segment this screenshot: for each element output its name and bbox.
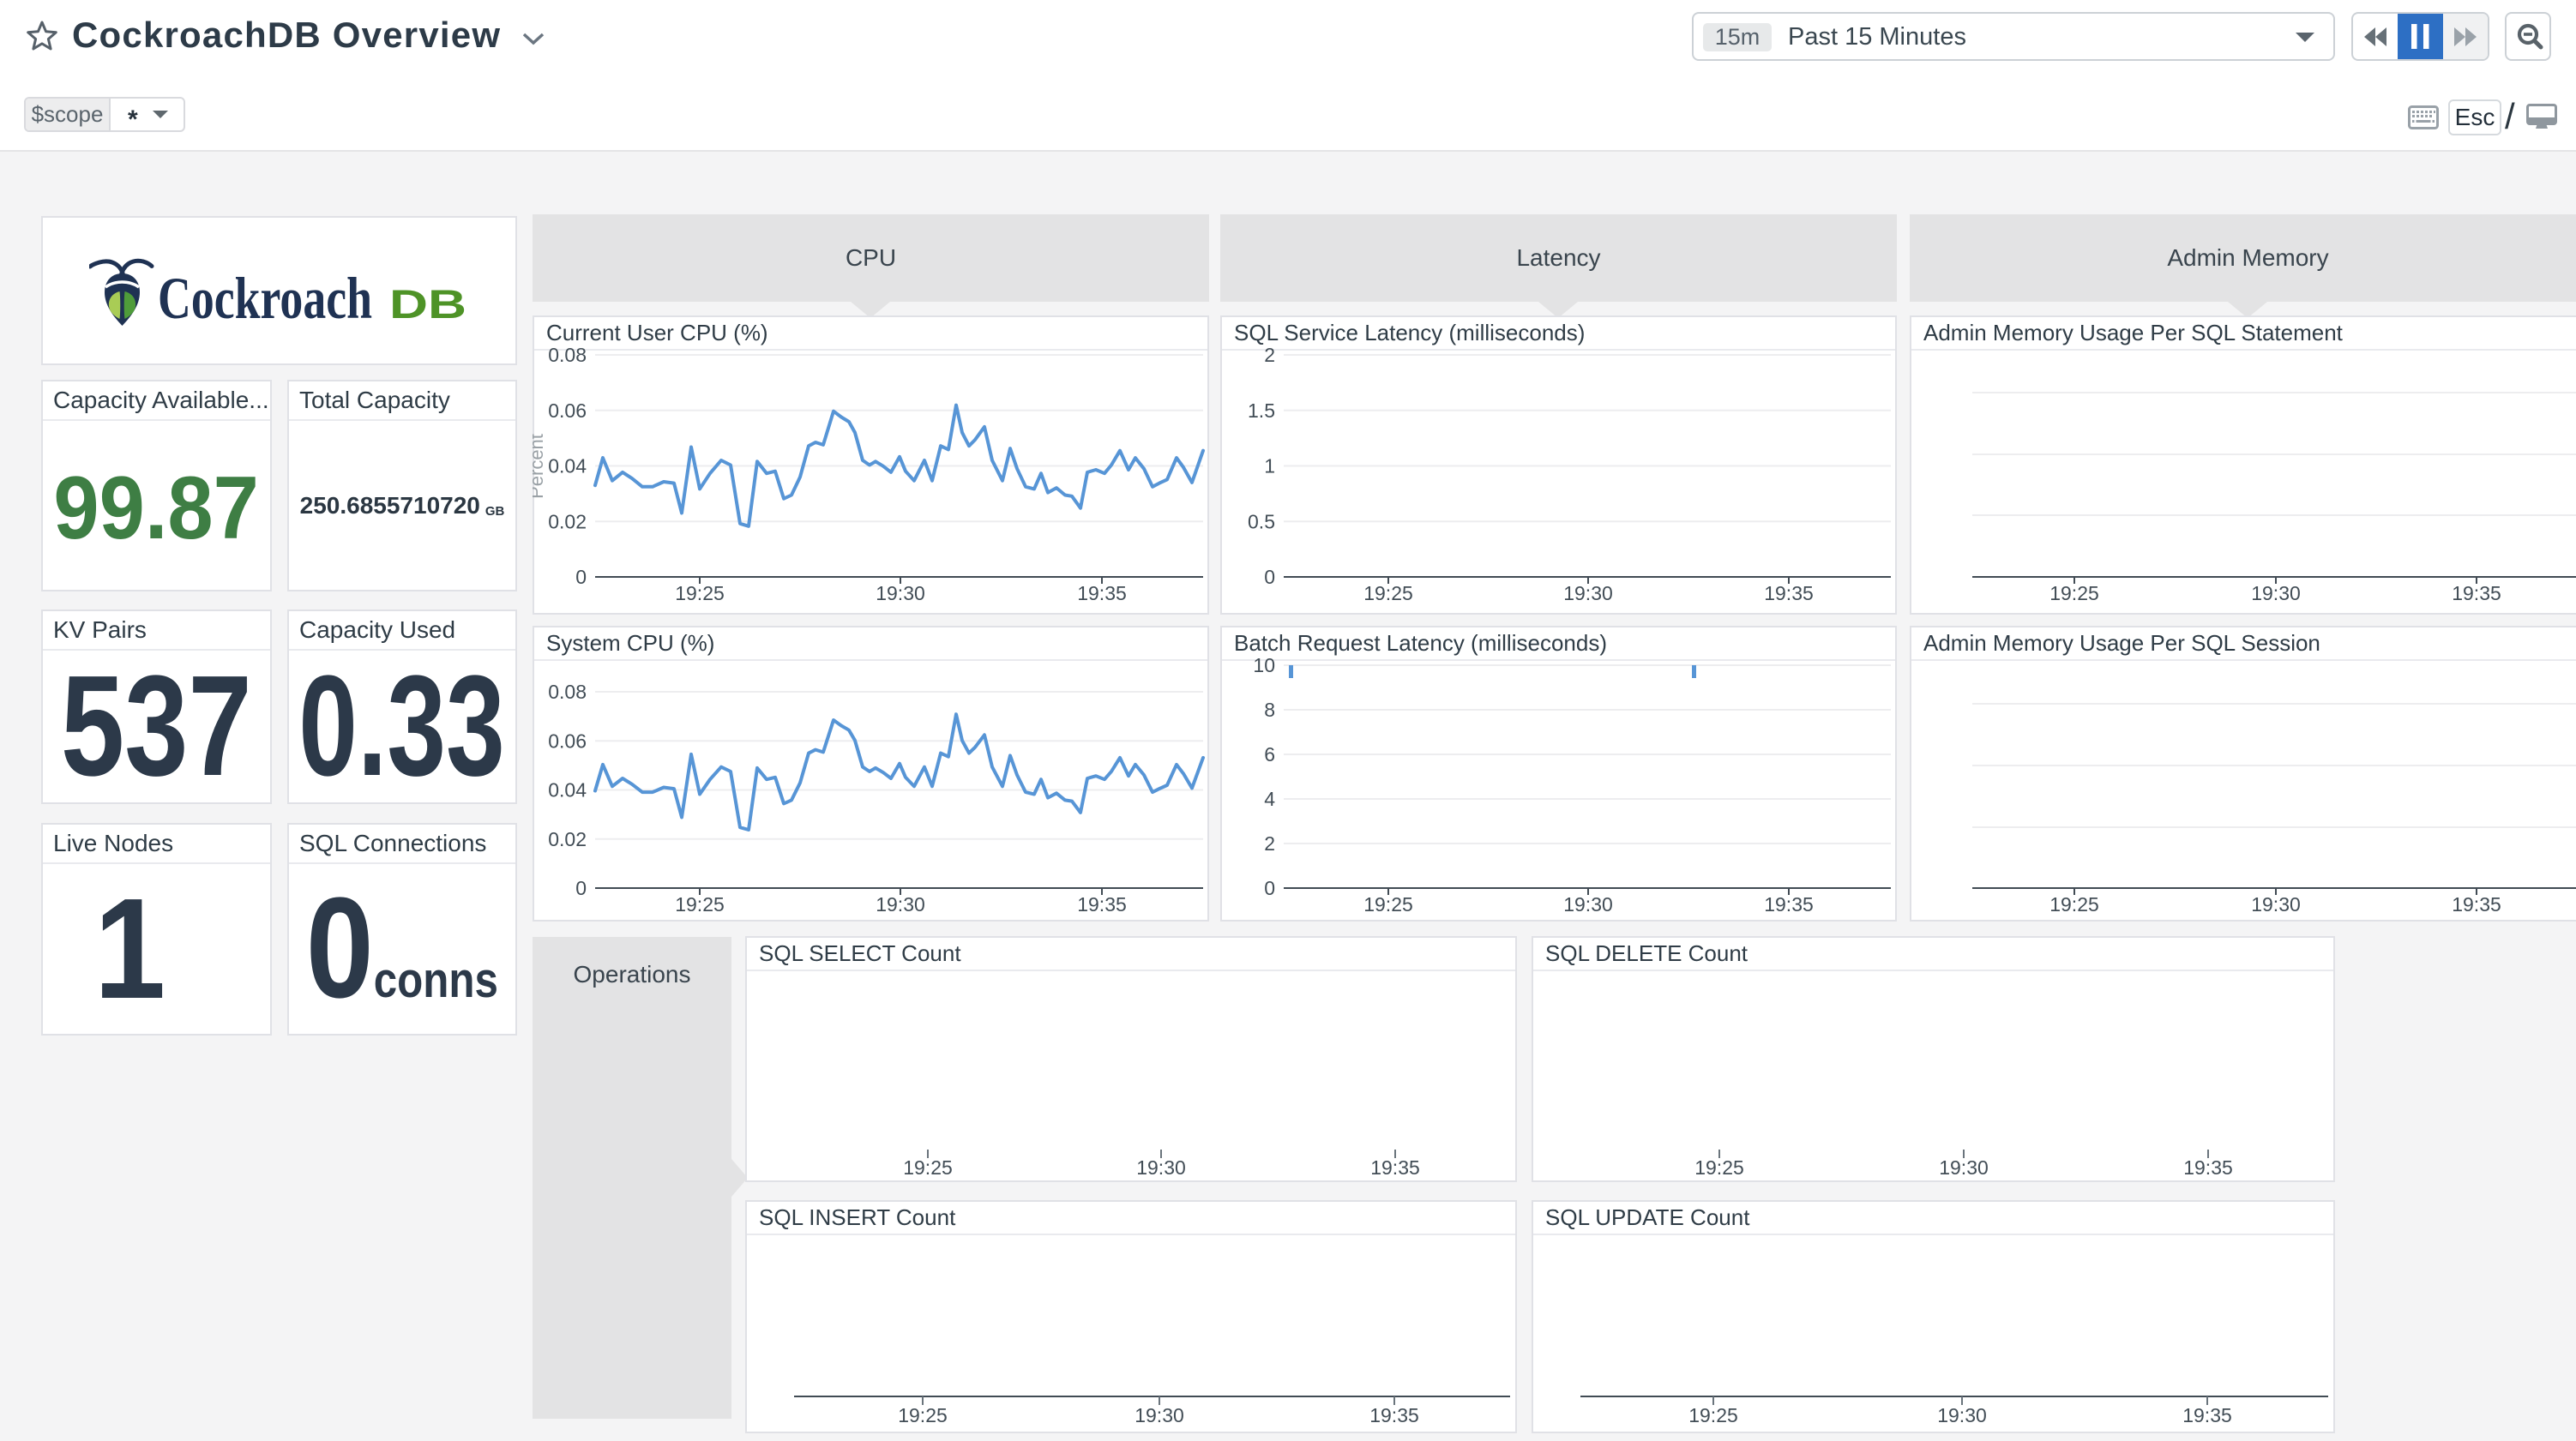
svg-text:Cockroach: Cockroach: [158, 266, 372, 331]
svg-text:0.06: 0.06: [548, 399, 587, 422]
svg-text:0: 0: [575, 566, 587, 588]
svg-text:19:30: 19:30: [1135, 1404, 1184, 1426]
svg-text:1.5: 1.5: [1248, 399, 1275, 422]
svg-text:19:30: 19:30: [876, 893, 925, 916]
svg-text:2: 2: [1264, 832, 1275, 855]
svg-text:0.02: 0.02: [548, 510, 587, 532]
svg-text:19:30: 19:30: [876, 582, 925, 604]
svg-text:19:30: 19:30: [1563, 893, 1613, 916]
svg-text:19:30: 19:30: [1136, 1156, 1186, 1179]
svg-text:0.06: 0.06: [548, 730, 587, 752]
svg-text:19:35: 19:35: [1764, 582, 1814, 604]
svg-text:6: 6: [1264, 743, 1275, 766]
svg-text:19:30: 19:30: [1937, 1404, 1987, 1426]
svg-text:19:25: 19:25: [1363, 893, 1413, 916]
svg-text:19:30: 19:30: [2251, 893, 2301, 916]
svg-text:19:35: 19:35: [1764, 893, 1814, 916]
svg-text:10: 10: [1253, 654, 1275, 676]
svg-text:0.04: 0.04: [548, 779, 587, 802]
svg-text:0: 0: [575, 877, 587, 899]
svg-text:19:25: 19:25: [2049, 582, 2099, 604]
svg-text:19:25: 19:25: [675, 893, 725, 916]
svg-text:0.08: 0.08: [548, 681, 587, 703]
svg-text:19:25: 19:25: [898, 1404, 948, 1426]
svg-text:19:30: 19:30: [1563, 582, 1613, 604]
svg-text:19:35: 19:35: [1370, 1156, 1420, 1179]
svg-text:19:35: 19:35: [1077, 582, 1127, 604]
svg-text:19:35: 19:35: [2452, 893, 2501, 916]
svg-text:4: 4: [1264, 788, 1275, 810]
svg-text:8: 8: [1264, 699, 1275, 721]
svg-text:19:35: 19:35: [2183, 1156, 2233, 1179]
svg-text:2: 2: [1264, 344, 1275, 366]
svg-text:0.5: 0.5: [1248, 510, 1275, 532]
svg-text:19:30: 19:30: [1939, 1156, 1989, 1179]
svg-text:19:25: 19:25: [903, 1156, 953, 1179]
svg-text:19:35: 19:35: [1077, 893, 1127, 916]
svg-text:Percent: Percent: [533, 434, 547, 499]
svg-text:0.08: 0.08: [548, 344, 587, 366]
svg-text:19:25: 19:25: [1688, 1404, 1738, 1426]
svg-text:0: 0: [1264, 877, 1275, 899]
svg-text:19:35: 19:35: [1369, 1404, 1419, 1426]
svg-text:19:35: 19:35: [2182, 1404, 2232, 1426]
svg-text:0.04: 0.04: [548, 455, 587, 477]
svg-text:19:25: 19:25: [675, 582, 725, 604]
svg-text:0: 0: [1264, 566, 1275, 588]
svg-text:0.02: 0.02: [548, 828, 587, 850]
svg-text:19:25: 19:25: [2049, 893, 2099, 916]
svg-text:DB: DB: [389, 281, 466, 327]
svg-text:1: 1: [1264, 455, 1275, 477]
svg-text:19:25: 19:25: [1363, 582, 1413, 604]
svg-text:19:30: 19:30: [2251, 582, 2301, 604]
svg-text:19:25: 19:25: [1694, 1156, 1744, 1179]
svg-text:19:35: 19:35: [2452, 582, 2501, 604]
